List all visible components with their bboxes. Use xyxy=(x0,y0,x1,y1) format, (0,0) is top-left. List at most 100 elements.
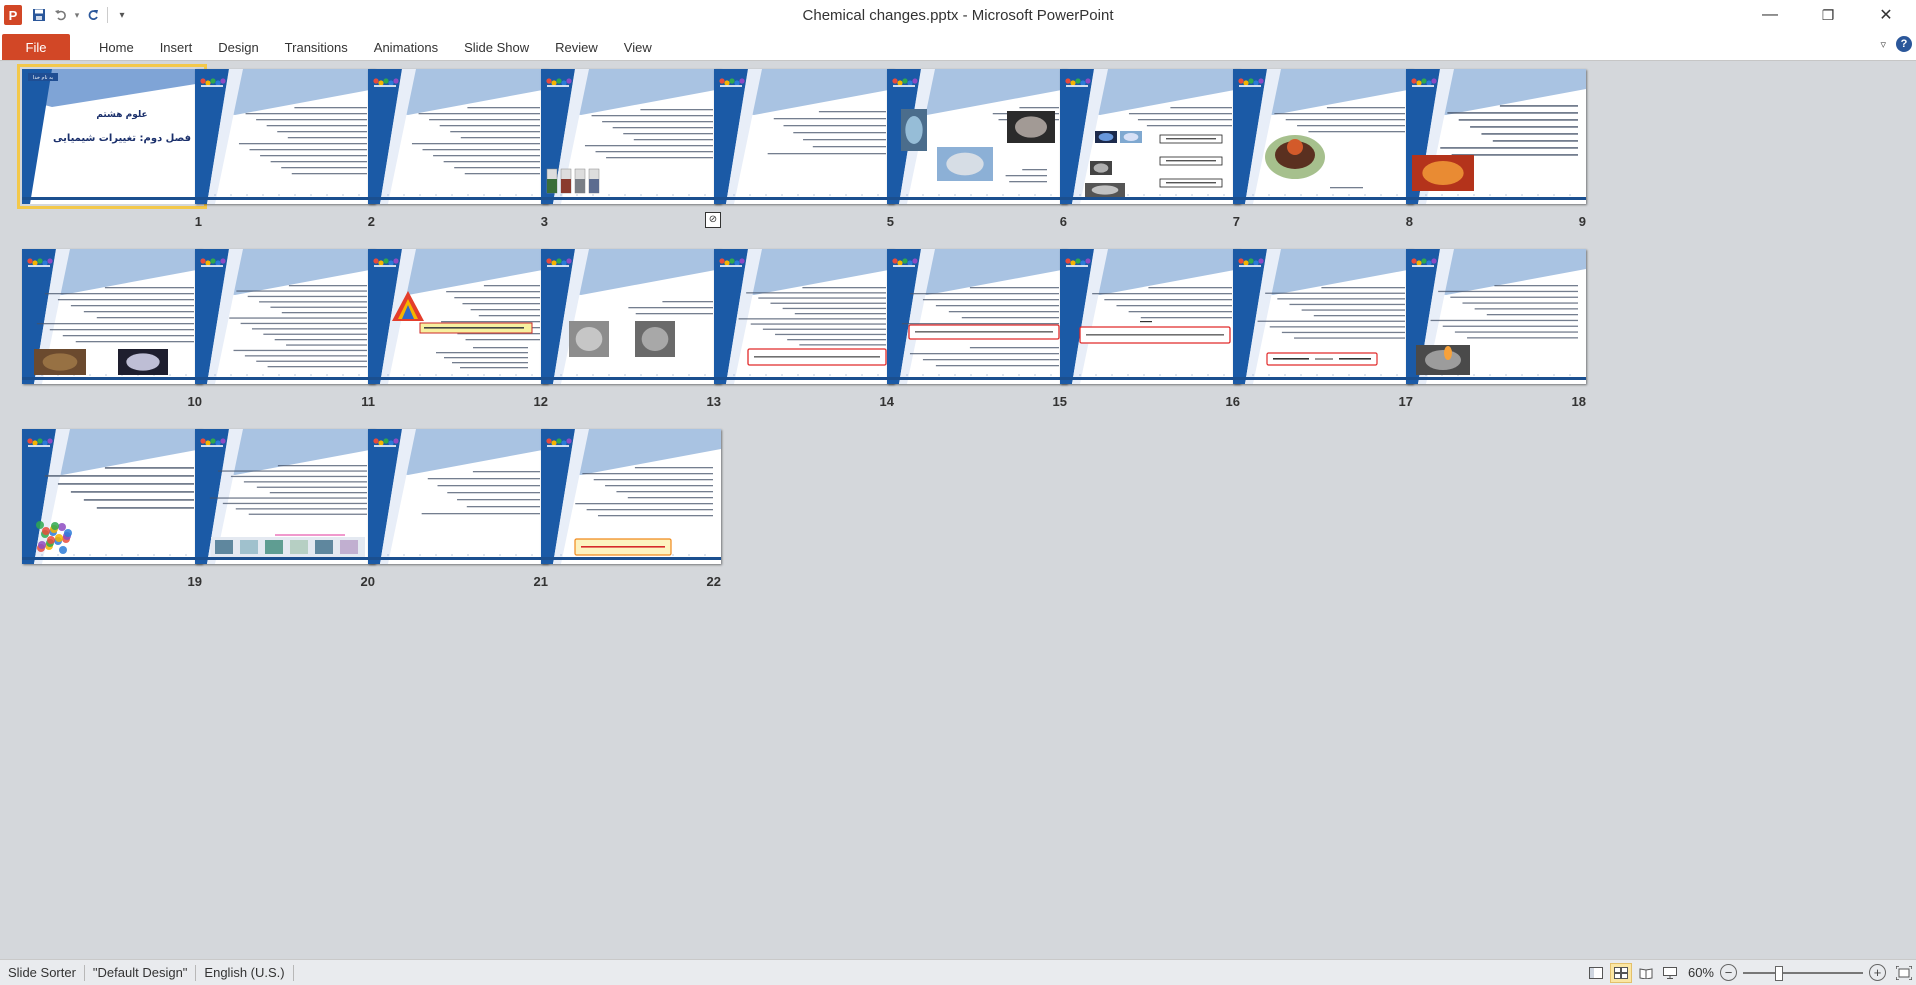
close-button[interactable]: ✕ xyxy=(1858,0,1914,30)
normal-view-icon[interactable] xyxy=(1586,964,1606,982)
slide-thumbnail[interactable]: 21 xyxy=(368,429,548,594)
zoom-slider-knob[interactable] xyxy=(1775,965,1783,981)
slide-thumbnail[interactable]: 9 xyxy=(1406,69,1586,234)
status-bar: Slide Sorter "Default Design" English (U… xyxy=(0,959,1916,985)
restore-button[interactable]: ❐ xyxy=(1800,0,1856,30)
slide-preview[interactable] xyxy=(714,69,894,204)
minimize-button[interactable]: — xyxy=(1742,0,1798,30)
slide-sorter-pane[interactable]: به نام خدا علوم هشتم فصل دوم: تغییرات شیمی… xyxy=(0,61,1916,959)
slide-thumbnail[interactable]: 15 xyxy=(887,249,1067,414)
slide-preview[interactable] xyxy=(368,69,548,204)
tab-animations[interactable]: Animations xyxy=(361,34,451,60)
slide-preview[interactable] xyxy=(195,429,375,564)
save-icon[interactable] xyxy=(28,4,50,26)
slide-thumbnail[interactable]: به نام خدا علوم هشتم فصل دوم: تغییرات شیمی… xyxy=(17,64,207,234)
slide-thumbnail[interactable]: 13 xyxy=(541,249,721,414)
slide-preview[interactable] xyxy=(887,249,1067,384)
slide-preview[interactable] xyxy=(714,249,894,384)
slide-thumbnail[interactable]: 18 xyxy=(1406,249,1586,414)
slide-preview[interactable] xyxy=(195,69,375,204)
tab-design[interactable]: Design xyxy=(205,34,271,60)
slide-thumbnail[interactable]: 2 xyxy=(195,69,375,234)
slide-preview[interactable] xyxy=(368,429,548,564)
slide-preview-image xyxy=(541,69,721,204)
slide-preview-image xyxy=(887,69,1067,204)
slide-preview[interactable] xyxy=(195,249,375,384)
zoom-slider[interactable] xyxy=(1743,965,1863,981)
slide-thumbnail[interactable]: 6 xyxy=(887,69,1067,234)
tab-slide-show[interactable]: Slide Show xyxy=(451,34,542,60)
slide-thumbnail[interactable]: 8 xyxy=(1233,69,1413,234)
slide-preview-image xyxy=(22,429,202,564)
status-theme-name[interactable]: "Default Design" xyxy=(85,960,196,985)
slide-preview[interactable] xyxy=(1233,69,1413,204)
slide-preview[interactable] xyxy=(22,429,202,564)
slide-preview[interactable] xyxy=(1060,249,1240,384)
minimize-ribbon-icon[interactable]: ▿ xyxy=(1880,38,1886,51)
repeat-icon[interactable] xyxy=(82,4,104,26)
window-title: Chemical changes.pptx - Microsoft PowerP… xyxy=(802,7,1114,24)
slide-preview-image xyxy=(195,69,375,204)
slide-preview[interactable] xyxy=(1060,69,1240,204)
status-language[interactable]: English (U.S.) xyxy=(196,960,292,985)
slide-preview[interactable] xyxy=(541,69,721,204)
slide-thumbnail[interactable]: 10 xyxy=(22,249,202,414)
slide-preview[interactable] xyxy=(1406,249,1586,384)
customize-qat-icon[interactable]: ▾ xyxy=(111,4,133,26)
undo-icon[interactable] xyxy=(50,4,72,26)
slide-preview[interactable]: به نام خدا علوم هشتم فصل دوم: تغییرات شیمی… xyxy=(17,64,207,209)
slide-thumbnail[interactable]: ⊘ xyxy=(541,69,721,234)
slide-thumbnail[interactable]: 22 xyxy=(541,429,721,594)
help-icon[interactable]: ? xyxy=(1896,36,1912,52)
slide-preview-image xyxy=(714,249,894,384)
svg-text:علوم هشتم: علوم هشتم xyxy=(96,110,147,120)
slide-show-icon[interactable] xyxy=(1660,964,1680,982)
powerpoint-logo-icon[interactable]: P xyxy=(4,5,22,25)
slide-thumbnail[interactable]: 16 xyxy=(1060,249,1240,414)
tab-transitions[interactable]: Transitions xyxy=(272,34,361,60)
status-view-name: Slide Sorter xyxy=(8,965,76,980)
tab-home[interactable]: Home xyxy=(86,34,147,60)
slide-preview-image xyxy=(368,69,548,204)
ribbon-right-controls: ▿ ? xyxy=(1880,36,1912,52)
slide-preview[interactable] xyxy=(22,249,202,384)
slide-number: 22 xyxy=(706,574,721,589)
slide-thumbnail[interactable]: 12 xyxy=(368,249,548,414)
slide-preview-image xyxy=(541,429,721,564)
slide-thumbnail[interactable]: 17 xyxy=(1233,249,1413,414)
slide-preview-image xyxy=(541,249,721,384)
tab-file[interactable]: File xyxy=(2,34,70,60)
slide-preview[interactable] xyxy=(1233,249,1413,384)
reading-view-icon[interactable] xyxy=(1636,964,1656,982)
undo-dropdown-icon[interactable]: ▾ xyxy=(72,4,82,26)
tab-review[interactable]: Review xyxy=(542,34,611,60)
slide-preview[interactable] xyxy=(887,69,1067,204)
status-view-controls: 60% − + xyxy=(1584,960,1916,985)
slide-number: 18 xyxy=(1571,394,1586,409)
slide-thumbnail[interactable]: 7 xyxy=(1060,69,1240,234)
slide-preview-image xyxy=(368,429,548,564)
slide-thumbnail[interactable]: 20 xyxy=(195,429,375,594)
slide-thumbnail[interactable]: 11 xyxy=(195,249,375,414)
tab-view[interactable]: View xyxy=(611,34,665,60)
svg-text:به نام خدا: به نام خدا xyxy=(33,75,53,81)
slide-sorter-view-icon[interactable] xyxy=(1609,962,1632,983)
status-divider xyxy=(292,964,294,981)
slide-preview[interactable] xyxy=(541,429,721,564)
tab-insert[interactable]: Insert xyxy=(147,34,206,60)
slide-preview[interactable] xyxy=(1406,69,1586,204)
zoom-out-button[interactable]: − xyxy=(1720,964,1737,981)
slide-preview-image xyxy=(1406,69,1586,204)
slide-preview-image xyxy=(1406,249,1586,384)
slide-preview[interactable] xyxy=(541,249,721,384)
slide-preview[interactable] xyxy=(368,249,548,384)
title-bar: P ▾ ▾ Chemical changes.pptx - Microsoft … xyxy=(0,0,1916,30)
slide-thumbnail[interactable]: 19 xyxy=(22,429,202,594)
slide-thumbnail[interactable]: 14 xyxy=(714,249,894,414)
zoom-level-text[interactable]: 60% xyxy=(1682,960,1720,985)
quick-access-toolbar: P ▾ ▾ xyxy=(0,0,133,30)
zoom-in-button[interactable]: + xyxy=(1869,964,1886,981)
slide-thumbnail[interactable]: 5 xyxy=(714,69,894,234)
slide-thumbnail[interactable]: 3 xyxy=(368,69,548,234)
fit-slide-to-window-icon[interactable] xyxy=(1894,964,1914,982)
